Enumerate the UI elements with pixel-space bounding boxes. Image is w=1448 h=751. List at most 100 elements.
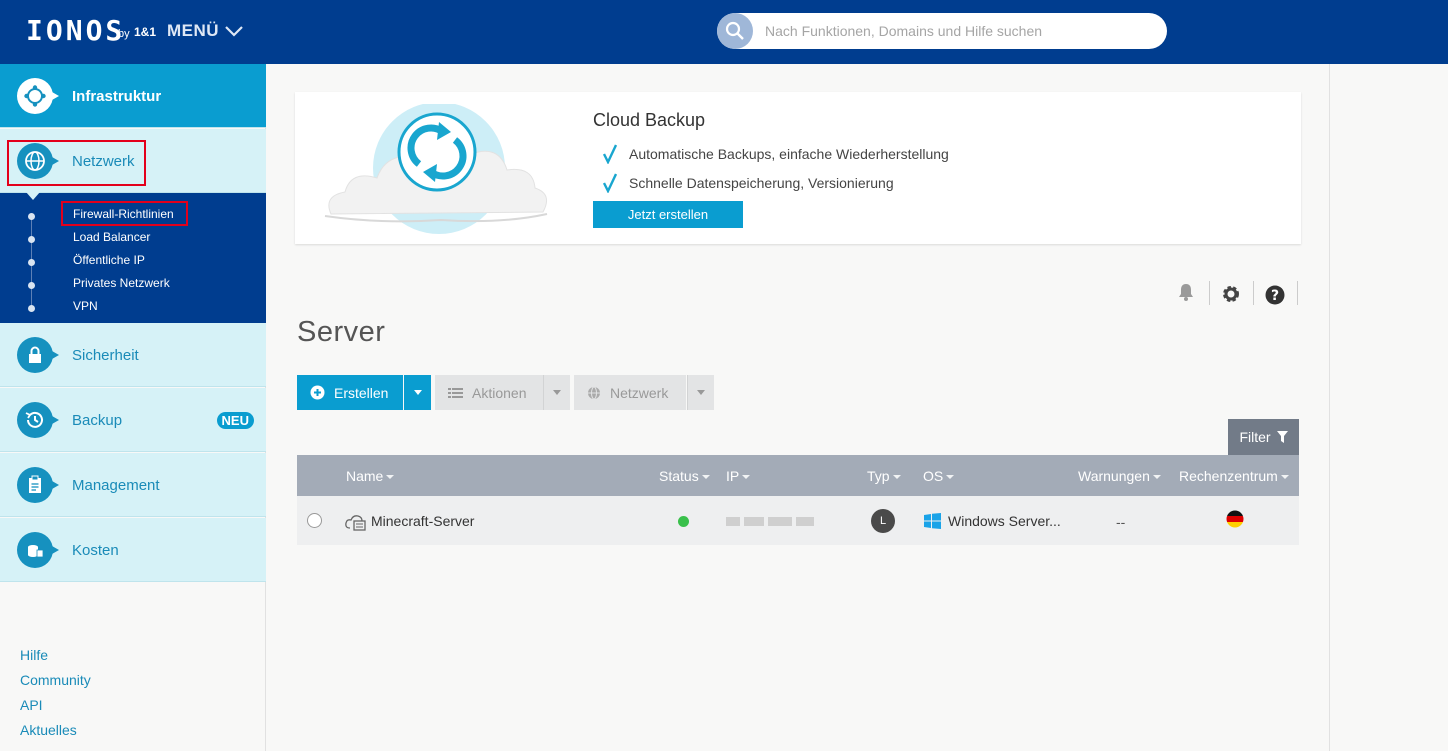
filter-button-label: Filter [1239,429,1271,445]
status-indicator [678,516,689,527]
checkmark-icon [603,173,617,193]
subnav-item-public-ip[interactable]: Öffentliche IP [73,253,145,267]
ip-address-redacted [744,517,764,526]
caret-down-icon [553,390,561,395]
filter-funnel-icon [1276,431,1288,443]
new-badge: NEU [216,412,254,429]
os-name: Windows Server... [948,513,1061,529]
search-icon[interactable] [717,13,753,49]
filter-button[interactable]: Filter [1228,419,1299,455]
menu-button[interactable]: MENÜ [167,21,243,41]
clipboard-icon [17,467,59,503]
server-table-header: Name Status IP Typ OS Warnungen Rechenze… [297,455,1299,496]
ionos-logo[interactable]: IONOS [26,14,125,47]
logo-by-text: by [118,28,130,40]
caret-down-icon [697,390,705,395]
gear-icon[interactable] [1221,284,1241,304]
highlight-box-netzwerk [7,140,146,186]
sidebar-item-management[interactable]: Management [0,453,266,517]
search-bar [717,13,1167,49]
column-header-ip[interactable]: IP [726,468,750,484]
create-button-label: Erstellen [334,384,389,401]
sidebar-item-label: Sicherheit [72,347,139,364]
sidebar: Infrastruktur Netzwerk Firewall-Richtlin… [0,64,266,751]
caret-down-icon [413,390,422,395]
sidebar-item-infrastruktur[interactable]: Infrastruktur [0,64,266,128]
actions-button[interactable]: Aktionen [435,375,543,410]
actions-button-label: Aktionen [472,384,527,401]
sidebar-item-label: Kosten [72,542,119,559]
cloud-backup-promo: Cloud Backup Automatische Backups, einfa… [295,92,1301,244]
create-button[interactable]: Erstellen [297,375,403,410]
windows-logo-icon [924,513,941,529]
network-globe-icon [588,386,600,399]
promo-title: Cloud Backup [593,110,706,130]
sidebar-item-label: Infrastruktur [72,88,162,105]
search-input[interactable] [763,20,1153,42]
subnav-dot [28,259,35,266]
subnav-dot [28,305,35,312]
checkmark-icon [603,144,617,164]
server-type-badge: L [871,509,895,533]
create-backup-button[interactable]: Jetzt erstellen [593,201,743,228]
actions-dropdown-button[interactable] [543,375,570,410]
infrastructure-icon [17,78,59,114]
lock-icon [17,337,59,373]
column-header-rechenzentrum[interactable]: Rechenzentrum [1179,468,1289,484]
top-header: IONOS by 1&1 MENÜ [0,0,1448,64]
promo-feature-text: Schnelle Datenspeicherung, Versionierung [629,175,894,191]
column-header-name[interactable]: Name [346,468,394,484]
promo-feature-text: Automatische Backups, einfache Wiederher… [629,146,949,162]
highlight-box-firewall [61,201,188,226]
warnings-value: -- [1116,514,1126,530]
ip-address-redacted [726,517,740,526]
column-header-typ[interactable]: Typ [867,468,901,484]
ip-address-redacted [796,517,814,526]
link-api[interactable]: API [20,697,43,713]
chevron-down-icon [225,26,243,37]
subnav-dot [28,236,35,243]
right-panel-divider [1329,64,1330,751]
create-dropdown-button[interactable] [404,375,431,410]
row-select-radio[interactable] [307,513,322,528]
link-community[interactable]: Community [20,672,91,688]
menu-label: MENÜ [167,21,220,40]
germany-flag-icon [1226,510,1244,528]
subnav-item-load-balancer[interactable]: Load Balancer [73,230,150,244]
ip-address-redacted [768,517,792,526]
promo-feature-2: Schnelle Datenspeicherung, Versionierung [603,173,894,193]
sidebar-item-sicherheit[interactable]: Sicherheit [0,323,266,387]
subnav-item-private-network[interactable]: Privates Netzwerk [73,276,170,290]
column-header-status[interactable]: Status [659,468,710,484]
logo-brand-text: 1&1 [134,25,157,39]
column-header-os[interactable]: OS [923,468,954,484]
network-dropdown-button[interactable] [687,375,714,410]
subnav-dot [28,213,35,220]
subnav-item-vpn[interactable]: VPN [73,299,98,313]
promo-feature-1: Automatische Backups, einfache Wiederher… [603,144,949,164]
help-icon[interactable]: ? [1265,285,1285,305]
plus-circle-icon [310,385,325,400]
cloud-server-icon [345,515,366,531]
column-header-warnungen[interactable]: Warnungen [1078,468,1161,484]
toolbar-divider [1297,281,1298,305]
list-icon [448,387,463,398]
cloud-backup-illustration [324,104,548,234]
link-hilfe[interactable]: Hilfe [20,647,48,663]
table-row[interactable]: Minecraft-Server L Windows Server... -- [297,496,1299,545]
sidebar-item-label: Backup [72,412,123,429]
toolbar-divider [1253,281,1254,305]
link-aktuelles[interactable]: Aktuelles [20,722,77,738]
coins-icon [17,532,59,568]
server-name[interactable]: Minecraft-Server [371,513,474,529]
backup-clock-icon [17,402,59,438]
toolbar-divider [1209,281,1210,305]
network-button[interactable]: Netzwerk [574,375,686,410]
svg-text:?: ? [1271,288,1279,304]
network-button-label: Netzwerk [610,384,669,401]
bell-icon[interactable] [1178,283,1194,301]
sidebar-item-backup[interactable]: Backup NEU [0,388,266,452]
sidebar-item-label: Management [72,477,160,494]
sidebar-item-kosten[interactable]: Kosten [0,518,266,582]
page-title: Server [297,316,386,348]
